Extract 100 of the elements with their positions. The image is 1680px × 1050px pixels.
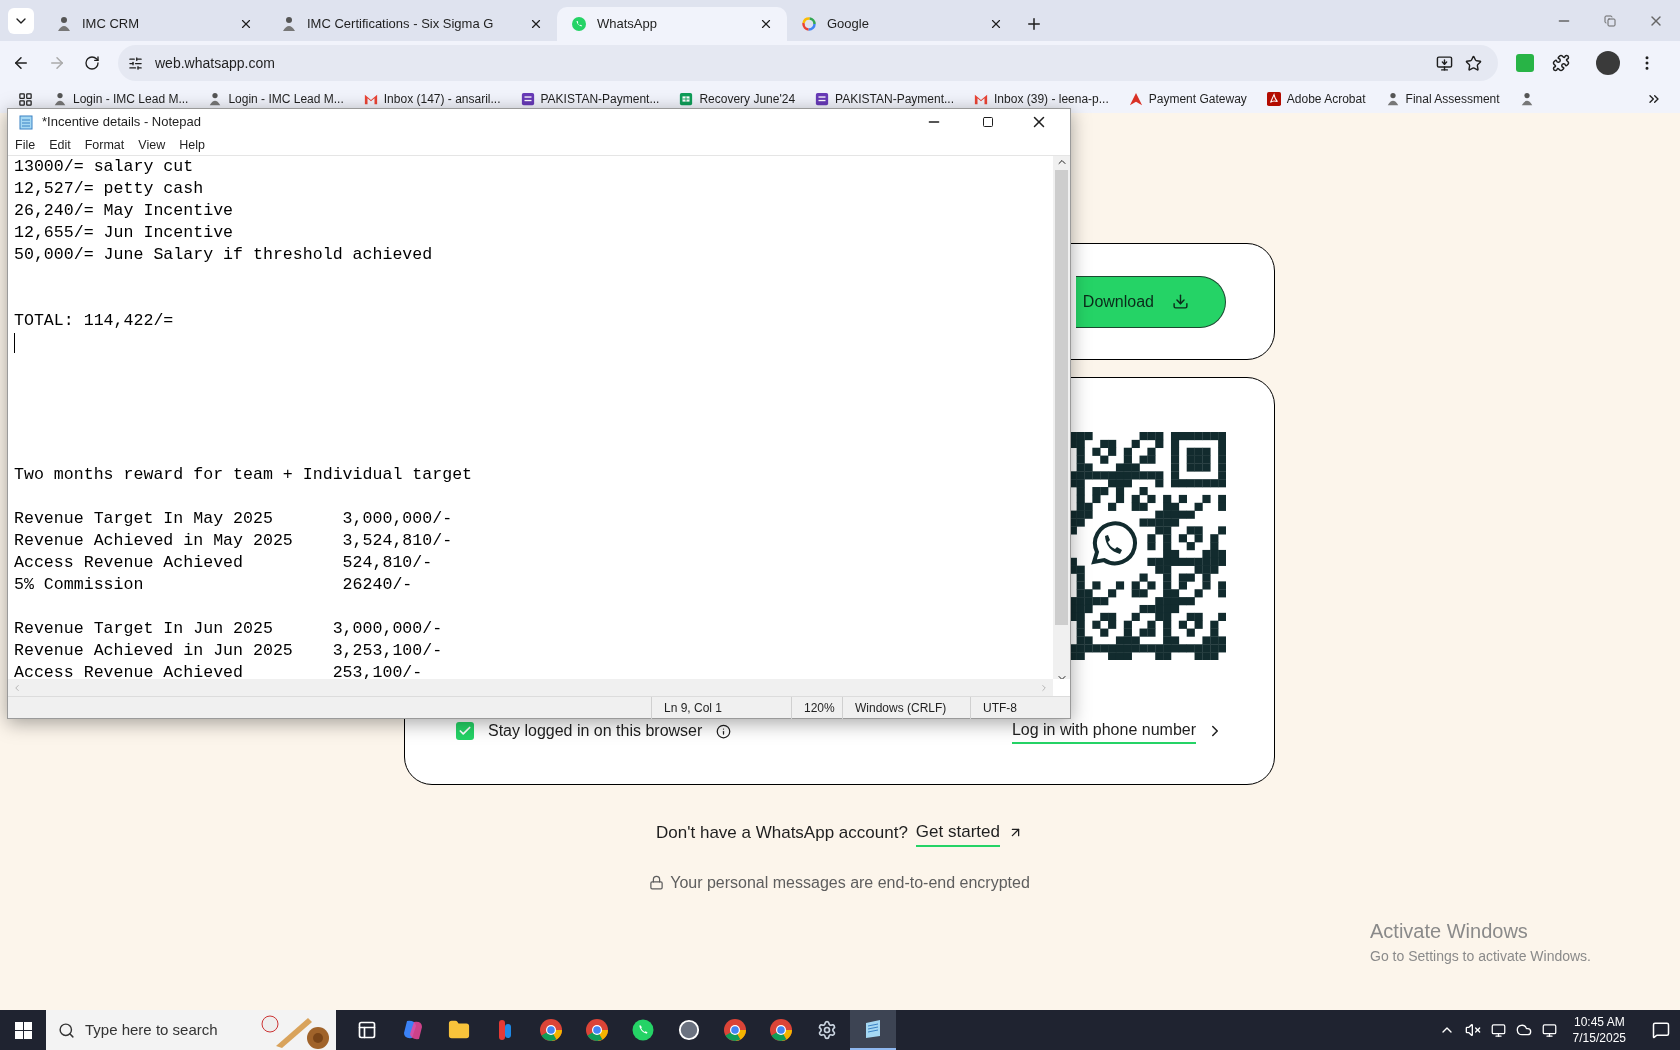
display-icon[interactable]	[1490, 1022, 1506, 1038]
cloud-icon[interactable]	[1515, 1022, 1532, 1038]
menu-item[interactable]: Help	[179, 135, 205, 155]
back-icon[interactable]	[12, 54, 30, 72]
reload-icon[interactable]	[84, 55, 100, 71]
muted-speaker-icon[interactable]	[1464, 1022, 1481, 1038]
checkbox-label: Stay logged in on this browser	[488, 721, 703, 741]
tab-title: WhatsApp	[597, 15, 657, 34]
info-icon[interactable]	[716, 723, 732, 739]
swirl-icon	[401, 1018, 425, 1042]
close-icon[interactable]	[239, 17, 253, 31]
whatsapp-icon	[631, 1018, 655, 1042]
figure-icon	[53, 92, 67, 106]
bookmark-label: Final Assessment	[1405, 91, 1500, 108]
browser-tab[interactable]: WhatsApp	[557, 7, 787, 41]
status-item: UTF-8	[970, 696, 1070, 719]
form-icon	[520, 92, 535, 106]
bookmark-label: Inbox (39) - leena-p...	[994, 91, 1109, 108]
close-icon[interactable]	[989, 17, 1003, 31]
text-line: Access Revenue Achieved 524,810/-	[14, 552, 433, 574]
envelope-icon	[974, 92, 989, 106]
menu-item[interactable]: View	[138, 135, 166, 155]
network-icon[interactable]	[1541, 1022, 1557, 1038]
checkbox[interactable]	[456, 722, 474, 740]
bookmark-label: Login - IMC Lead M...	[228, 91, 344, 108]
extensions-icon[interactable]	[1552, 54, 1570, 72]
browser-tab[interactable]: Google	[787, 7, 1017, 41]
activation-title: Activate Windows	[1370, 919, 1529, 944]
menu-item[interactable]: Edit	[49, 135, 71, 155]
text-line: Revenue Achieved in May 2025 3,524,810/-	[14, 530, 453, 552]
notepad-icon	[18, 114, 34, 130]
text-line: Revenue Achieved in Jun 2025 3,253,100/-	[14, 640, 443, 662]
vertical-scrollbar[interactable]	[1053, 156, 1070, 679]
download-button[interactable]: Download	[1076, 275, 1226, 328]
menu-item[interactable]: Format	[84, 135, 125, 155]
windows-icon	[14, 1021, 32, 1039]
text-line: 13000/= salary cut	[14, 156, 194, 178]
chrome-icon	[585, 1018, 609, 1042]
task-view-icon	[357, 1020, 377, 1040]
bookmark[interactable]: Inbox (147) - ansaril...	[363, 90, 501, 108]
download-icon	[1172, 293, 1189, 310]
maximize-icon[interactable]	[982, 116, 994, 128]
install-icon[interactable]	[1436, 54, 1453, 72]
bookmark[interactable]: Recovery June'24	[679, 90, 796, 108]
bookmark-label: Inbox (147) - ansaril...	[383, 91, 501, 108]
form-icon	[815, 92, 830, 106]
bookmark[interactable]: PAKISTAN-Payment...	[520, 90, 660, 108]
figure-icon	[56, 16, 72, 32]
menu-item[interactable]: File	[15, 135, 36, 155]
apps-icon[interactable]	[18, 91, 33, 107]
clock-date: 7/15/2025	[1572, 1030, 1626, 1046]
bookmark[interactable]: Final Assessment	[1385, 90, 1500, 108]
bookmark-label: Payment Gateway	[1148, 91, 1247, 108]
new-tab-icon[interactable]	[1025, 15, 1043, 33]
window-title: *Incentive details - Notepad	[42, 113, 202, 132]
no-account-text: Don't have a WhatsApp account?	[656, 822, 908, 844]
bookmark[interactable]: Inbox (39) - leena-p...	[974, 90, 1109, 108]
figure-icon	[1519, 92, 1534, 106]
address-bar[interactable]: web.whatsapp.com	[118, 45, 1498, 81]
google-icon	[801, 16, 817, 32]
bookmark[interactable]: Payment Gateway	[1128, 90, 1247, 108]
tab-search-button[interactable]	[8, 8, 34, 34]
text-line: Two months reward for team + Individual target	[14, 464, 473, 486]
bookmark[interactable]: Adobe Acrobat	[1266, 90, 1366, 108]
bookmark-star-icon[interactable]	[1465, 54, 1482, 72]
tab-title: IMC Certifications - Six Sigma G	[307, 15, 494, 34]
get-started-link[interactable]: Get started	[915, 819, 1000, 847]
figure-icon	[208, 92, 223, 106]
close-icon[interactable]	[759, 17, 773, 31]
bookmark[interactable]: PAKISTAN-Payment...	[815, 90, 955, 108]
search-icon	[58, 1021, 75, 1039]
text-line: Revenue Target In Jun 2025 3,000,000/-	[14, 618, 443, 640]
taskbar-app[interactable]	[850, 1010, 896, 1050]
figure-icon	[1385, 92, 1400, 106]
bookmark[interactable]: Login - IMC Lead M...	[208, 90, 344, 108]
status-item: 120%	[791, 696, 842, 719]
bookmark-label: Recovery June'24	[699, 91, 796, 108]
text-line: Revenue Target In May 2025 3,000,000/-	[14, 508, 453, 530]
chrome-icon	[769, 1018, 793, 1042]
status-item: Windows (CRLF)	[842, 696, 970, 719]
text-line: TOTAL: 114,422/=	[14, 310, 174, 332]
bookmark[interactable]: Login - IMC Lead M...	[53, 90, 189, 108]
tab-title: Google	[827, 15, 869, 34]
activation-subtitle: Go to Settings to activate Windows.	[1370, 947, 1591, 966]
check-icon	[458, 724, 472, 738]
arrowhead-icon	[1128, 92, 1143, 106]
restore-icon[interactable]	[1604, 14, 1616, 27]
site-info-icon[interactable]	[128, 55, 143, 71]
browser-tab[interactable]: IMC CRM	[42, 7, 267, 41]
avatar[interactable]	[1596, 51, 1620, 75]
bookmark-label: PAKISTAN-Payment...	[835, 91, 955, 108]
text-line: 5% Commission 26240/-	[14, 574, 413, 596]
sheet-icon	[679, 92, 694, 106]
encryption-note: Your personal messages are end-to-end encrypted	[670, 872, 1030, 893]
close-icon[interactable]	[529, 17, 543, 31]
notifications-icon[interactable]	[1652, 1021, 1670, 1039]
browser-tab[interactable]: IMC Certifications - Six Sigma G	[267, 7, 557, 41]
url-text: web.whatsapp.com	[155, 53, 276, 73]
lock-icon	[649, 875, 665, 890]
envelope-icon	[363, 92, 378, 106]
